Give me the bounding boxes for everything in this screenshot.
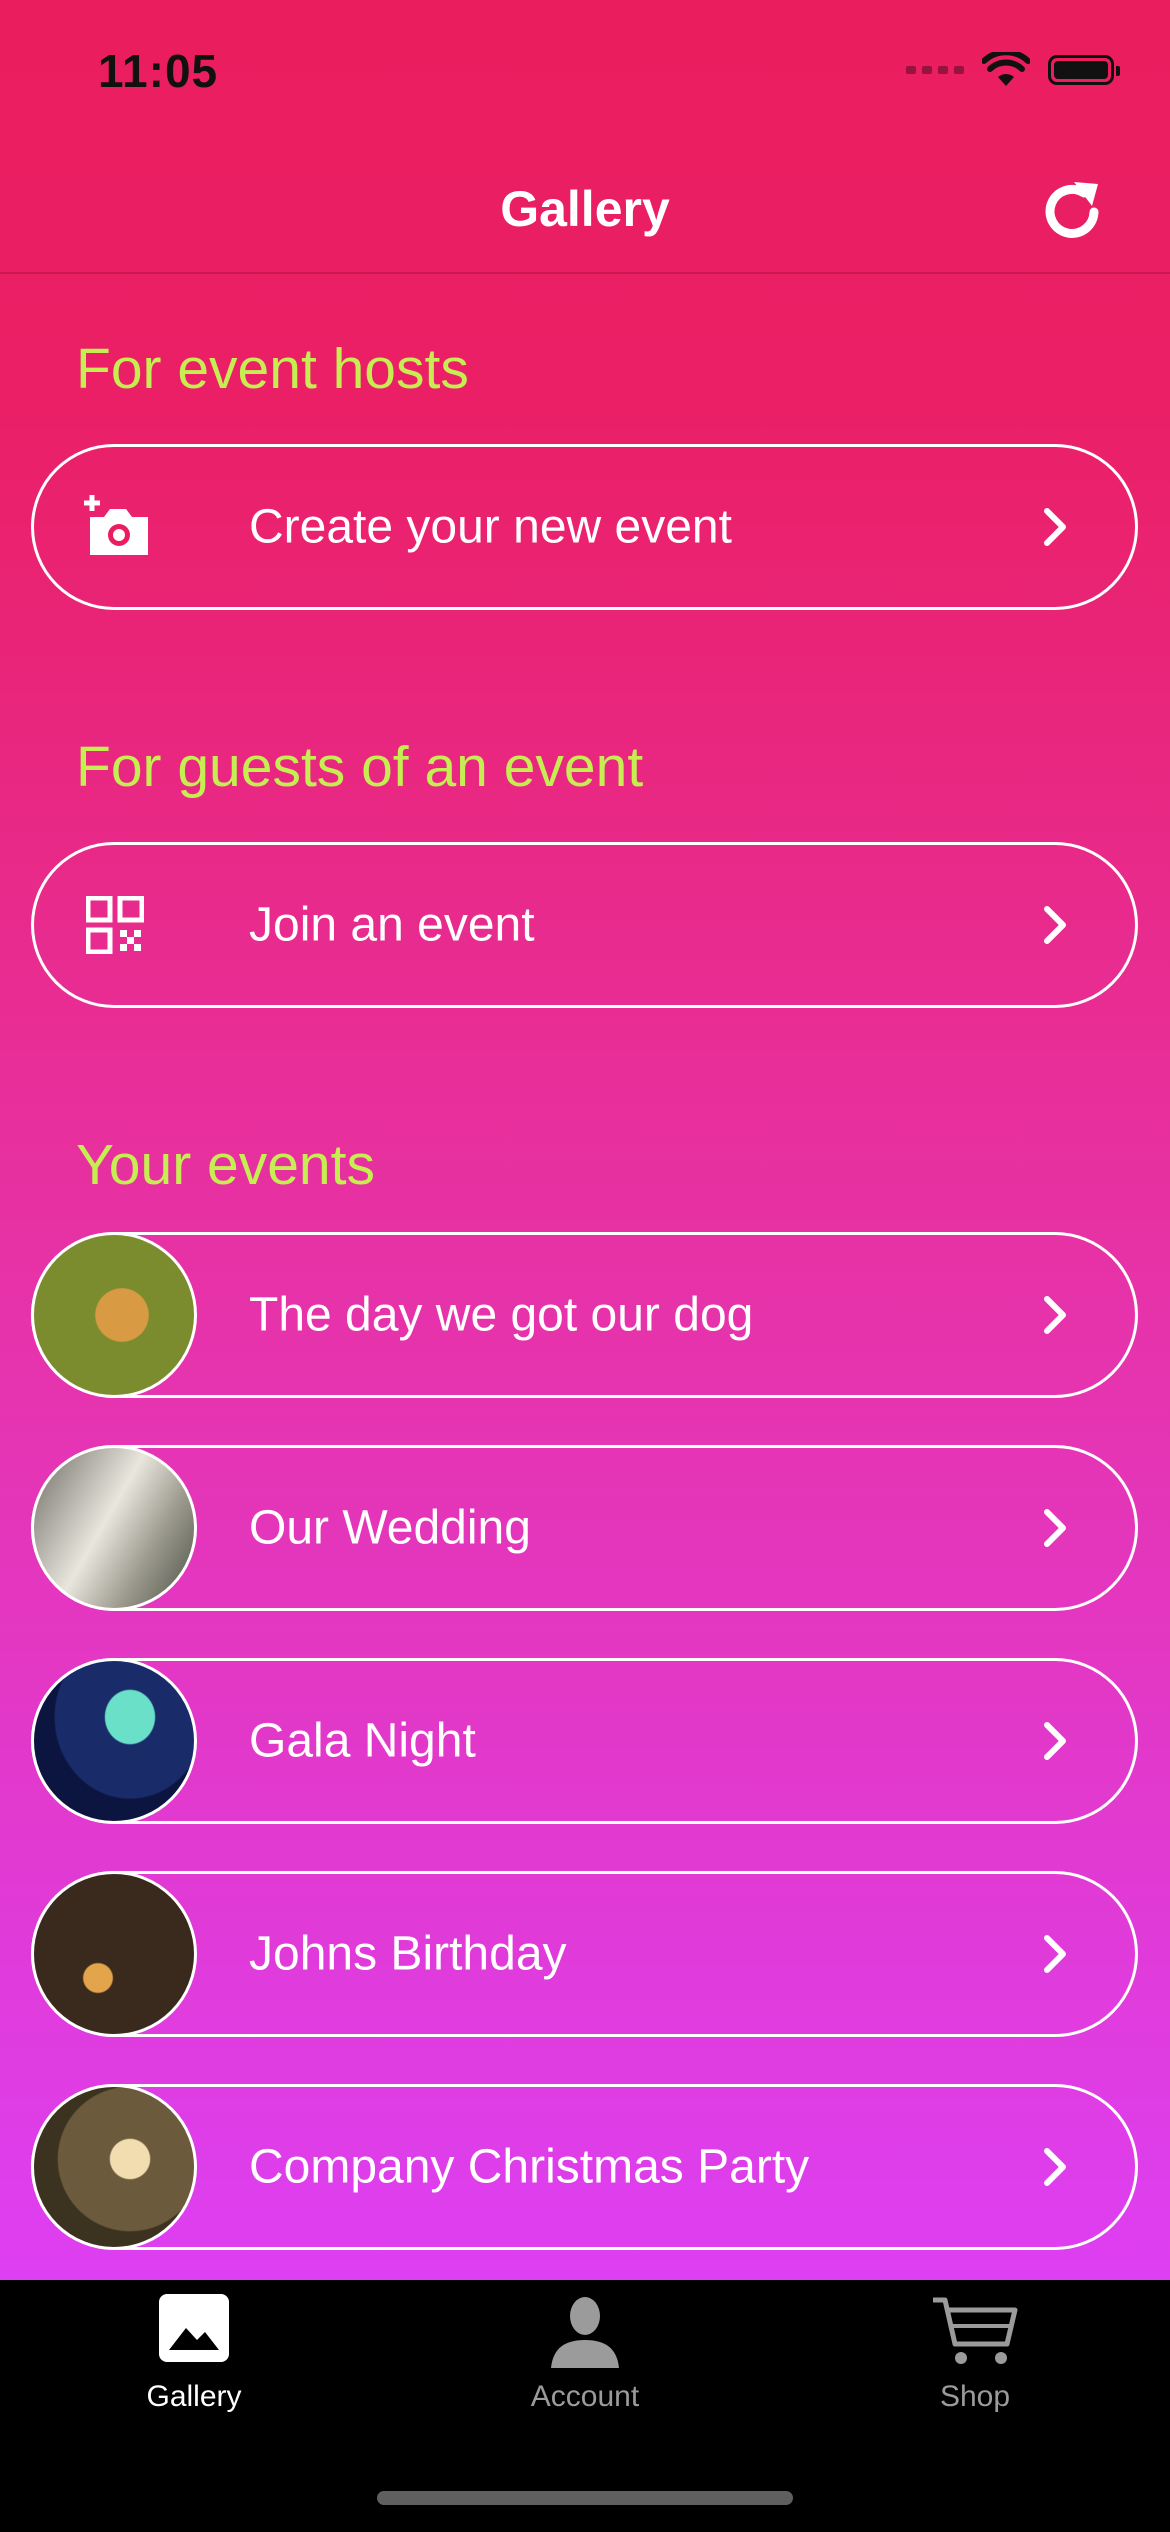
tab-gallery[interactable]: Gallery — [44, 2280, 344, 2440]
tab-account[interactable]: Account — [435, 2280, 735, 2440]
tab-gallery-label: Gallery — [146, 2380, 242, 2413]
chevron-right-icon — [1044, 2148, 1066, 2186]
chevron-right-icon — [1044, 1935, 1066, 1973]
event-row[interactable]: Company Christmas Party — [31, 2084, 1138, 2250]
event-row[interactable]: Our Wedding — [31, 1445, 1138, 1611]
add-camera-icon — [84, 495, 148, 555]
event-thumbnail — [31, 1445, 197, 1611]
nav-header: Gallery — [0, 160, 1170, 274]
event-thumbnail — [31, 1871, 197, 2037]
chevron-right-icon — [1044, 1722, 1066, 1760]
section-title-hosts: For event hosts — [76, 337, 469, 401]
event-thumbnail — [31, 1232, 197, 1398]
tab-shop[interactable]: Shop — [825, 2280, 1125, 2440]
wifi-icon — [982, 52, 1030, 86]
event-thumbnail — [31, 1658, 197, 1824]
chevron-right-icon — [1044, 1296, 1066, 1334]
event-title: Our Wedding — [249, 1501, 531, 1555]
chevron-right-icon — [1044, 906, 1066, 944]
status-indicators — [906, 50, 1120, 90]
app-screen: 11:05 Gallery For event hosts Create you… — [0, 0, 1170, 2280]
section-title-guests: For guests of an event — [76, 735, 644, 799]
event-row[interactable]: Johns Birthday — [31, 1871, 1138, 2037]
cart-icon — [933, 2297, 1018, 2364]
page-title: Gallery — [500, 181, 670, 237]
join-event-button[interactable]: Join an event — [31, 842, 1138, 1008]
create-event-label: Create your new event — [249, 500, 732, 554]
refresh-icon[interactable] — [1034, 174, 1110, 250]
event-title: Gala Night — [249, 1714, 476, 1768]
join-event-label: Join an event — [249, 898, 535, 952]
create-event-button[interactable]: Create your new event — [31, 444, 1138, 610]
tab-bar: Gallery Account Shop — [0, 2280, 1170, 2532]
battery-icon — [1048, 55, 1120, 85]
photo-icon — [159, 2294, 229, 2362]
tab-account-label: Account — [530, 2380, 640, 2413]
event-row[interactable]: Gala Night — [31, 1658, 1138, 1824]
chevron-right-icon — [1044, 1509, 1066, 1547]
tab-shop-label: Shop — [939, 2380, 1011, 2413]
event-title: The day we got our dog — [249, 1288, 754, 1342]
event-thumbnail — [31, 2084, 197, 2250]
event-title: Johns Birthday — [249, 1927, 567, 1981]
event-row[interactable]: The day we got our dog — [31, 1232, 1138, 1398]
chevron-right-icon — [1044, 508, 1066, 546]
event-title: Company Christmas Party — [249, 2140, 810, 2194]
home-indicator — [377, 2491, 793, 2505]
status-time: 11:05 — [98, 45, 219, 97]
person-icon — [551, 2297, 619, 2368]
signal-icon — [906, 66, 964, 74]
qr-code-icon — [86, 896, 144, 954]
section-title-your-events: Your events — [76, 1133, 375, 1197]
